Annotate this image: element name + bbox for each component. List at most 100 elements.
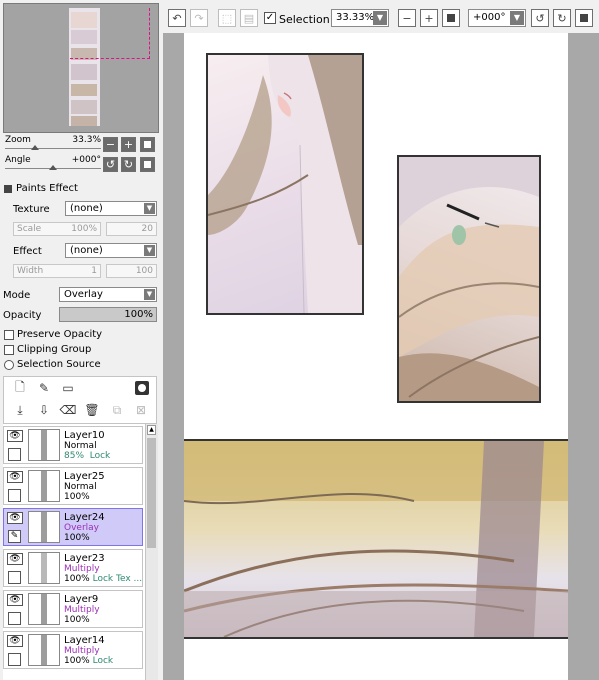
eye-icon[interactable]: 👁 xyxy=(7,512,23,524)
layer-item[interactable]: 👁 Layer10 Normal 85% Lock xyxy=(3,426,143,464)
eye-icon[interactable]: 👁 xyxy=(7,553,23,565)
rotate-right-icon: ↻ xyxy=(123,158,134,171)
layer-item[interactable]: 👁 Layer9 Multiply 100% xyxy=(3,590,143,628)
layer-item[interactable]: 👁 Layer23 Multiply 100% Lock Tex ... xyxy=(3,549,143,587)
transfer-down-icon[interactable]: ⤓ xyxy=(13,403,27,417)
canvas-toolbar: ↶ ↷ ⬚ ▤ ✓ Selection 33.33% ▼ − + +000° ▼… xyxy=(163,0,599,33)
zoom-dropdown[interactable]: 33.33% ▼ xyxy=(331,9,389,27)
minus-icon: − xyxy=(105,138,116,151)
opacity-slider[interactable]: 100% xyxy=(59,307,157,322)
width-number: 100 xyxy=(106,264,157,278)
layer-thumbnail xyxy=(28,429,60,461)
layer-opacity: 100% Lock xyxy=(64,656,114,666)
rotate-reset-button[interactable] xyxy=(575,9,593,27)
redo-button[interactable]: ↷ xyxy=(190,9,208,27)
layer-select-checkbox[interactable] xyxy=(8,653,21,666)
selection-source-radio[interactable] xyxy=(4,360,14,370)
square-icon xyxy=(144,161,151,168)
new-folder-icon[interactable]: ▭ xyxy=(61,381,75,395)
layer-select-checkbox[interactable] xyxy=(8,612,21,625)
zoom-dropdown-value: 33.33% xyxy=(336,12,375,23)
brush-icon[interactable]: ✎ xyxy=(8,530,21,543)
layer-select-checkbox[interactable] xyxy=(8,448,21,461)
angle-slider-handle[interactable] xyxy=(49,165,57,170)
undo-button[interactable]: ↶ xyxy=(168,9,186,27)
layer-select-checkbox[interactable] xyxy=(8,489,21,502)
comic-panel-3 xyxy=(184,439,568,639)
chevron-down-icon: ▼ xyxy=(510,11,524,25)
texture-dropdown[interactable]: (none) ▼ xyxy=(65,201,157,216)
zoom-out-button[interactable]: − xyxy=(398,9,416,27)
zoom-slider-handle[interactable] xyxy=(31,145,39,150)
scroll-up-icon[interactable]: ▲ xyxy=(147,425,156,435)
scale-label: Scale xyxy=(17,224,42,234)
layer-name: Layer23 xyxy=(64,553,105,564)
zoom-slider[interactable]: Zoom 33.3% xyxy=(5,135,101,150)
navigator-view-frame[interactable] xyxy=(70,8,150,59)
eye-icon[interactable]: 👁 xyxy=(7,594,23,606)
selection-checkbox[interactable]: ✓ xyxy=(264,12,276,24)
layer-item-selected[interactable]: 👁 ✎ Layer24 Overlay 100% xyxy=(3,508,143,546)
paints-effect-header[interactable]: Paints Effect xyxy=(3,183,159,197)
delete-layer-icon[interactable]: 🗑 xyxy=(84,403,99,417)
zoom-in-button[interactable]: + xyxy=(420,9,438,27)
scale-number: 20 xyxy=(106,222,157,236)
scrollbar-thumb[interactable] xyxy=(147,438,156,548)
plus-icon: + xyxy=(424,11,434,25)
layer-list: 👁 Layer10 Normal 85% Lock 👁 Layer25 Norm… xyxy=(3,424,145,680)
width-label: Width xyxy=(17,266,44,276)
redo-icon: ↷ xyxy=(194,11,204,25)
layer-thumbnail xyxy=(28,552,60,584)
eye-icon[interactable]: 👁 xyxy=(7,430,23,442)
rotate-left-button[interactable]: ↺ xyxy=(103,157,118,172)
scale-value: 100% xyxy=(71,224,97,234)
zoom-reset-button[interactable] xyxy=(140,137,155,152)
angle-slider[interactable]: Angle +000° xyxy=(5,155,101,170)
square-icon xyxy=(580,14,588,22)
layer-opacity: 100% xyxy=(64,615,90,625)
rotate-left-button[interactable]: ↺ xyxy=(531,9,549,27)
clear-layer-icon[interactable]: ⌫ xyxy=(60,403,77,417)
new-layer-icon[interactable]: 🗋 xyxy=(13,380,27,395)
layer-select-checkbox[interactable] xyxy=(8,571,21,584)
rotate-right-button[interactable]: ↻ xyxy=(121,157,136,172)
deselect-button[interactable]: ⬚ xyxy=(218,9,236,27)
layer-item[interactable]: 👁 Layer25 Normal 100% xyxy=(3,467,143,505)
layer-mode: Multiply xyxy=(64,605,100,615)
layer-thumbnail xyxy=(28,593,60,625)
layer-name: Layer25 xyxy=(64,471,105,482)
layer-item[interactable]: 👁 Layer14 Multiply 100% Lock xyxy=(3,631,143,669)
undo-icon: ↶ xyxy=(172,11,182,25)
invert-selection-button[interactable]: ▤ xyxy=(240,9,258,27)
width-value: 1 xyxy=(91,266,97,276)
merge-down-icon[interactable]: ⇩ xyxy=(37,403,51,417)
layer-mode: Normal xyxy=(64,482,97,492)
zoom-in-button[interactable]: + xyxy=(121,137,136,152)
new-linework-layer-icon[interactable]: ✎ xyxy=(37,381,51,395)
square-icon xyxy=(447,14,455,22)
angle-dropdown[interactable]: +000° ▼ xyxy=(468,9,526,27)
rotate-right-button[interactable]: ↻ xyxy=(553,9,571,27)
rotate-right-icon: ↻ xyxy=(557,11,567,25)
blend-mode-dropdown[interactable]: Overlay ▼ xyxy=(59,287,157,302)
zoom-reset-button[interactable] xyxy=(442,9,460,27)
preserve-opacity-checkbox[interactable] xyxy=(4,330,14,340)
navigator-preview[interactable] xyxy=(3,3,159,133)
blend-mode-value: Overlay xyxy=(64,289,103,300)
canvas-page[interactable] xyxy=(184,33,568,680)
clipping-group-checkbox[interactable] xyxy=(4,345,14,355)
texture-value: (none) xyxy=(70,203,103,214)
layer-mask-icon[interactable] xyxy=(135,381,149,395)
apply-mask-icon: ⧉ xyxy=(112,402,122,417)
eye-icon[interactable]: 👁 xyxy=(7,471,23,483)
layer-scrollbar[interactable]: ▲ xyxy=(145,424,158,680)
eye-icon[interactable]: 👁 xyxy=(7,635,23,647)
effect-dropdown[interactable]: (none) ▼ xyxy=(65,243,157,258)
rotate-reset-button[interactable] xyxy=(140,157,155,172)
layer-mode: Overlay xyxy=(64,523,99,533)
zoom-out-button[interactable]: − xyxy=(103,137,118,152)
effect-label: Effect xyxy=(13,246,42,257)
panel-1-artwork xyxy=(208,55,362,313)
rotate-left-icon: ↺ xyxy=(105,158,116,171)
opacity-label: Opacity xyxy=(3,310,42,321)
